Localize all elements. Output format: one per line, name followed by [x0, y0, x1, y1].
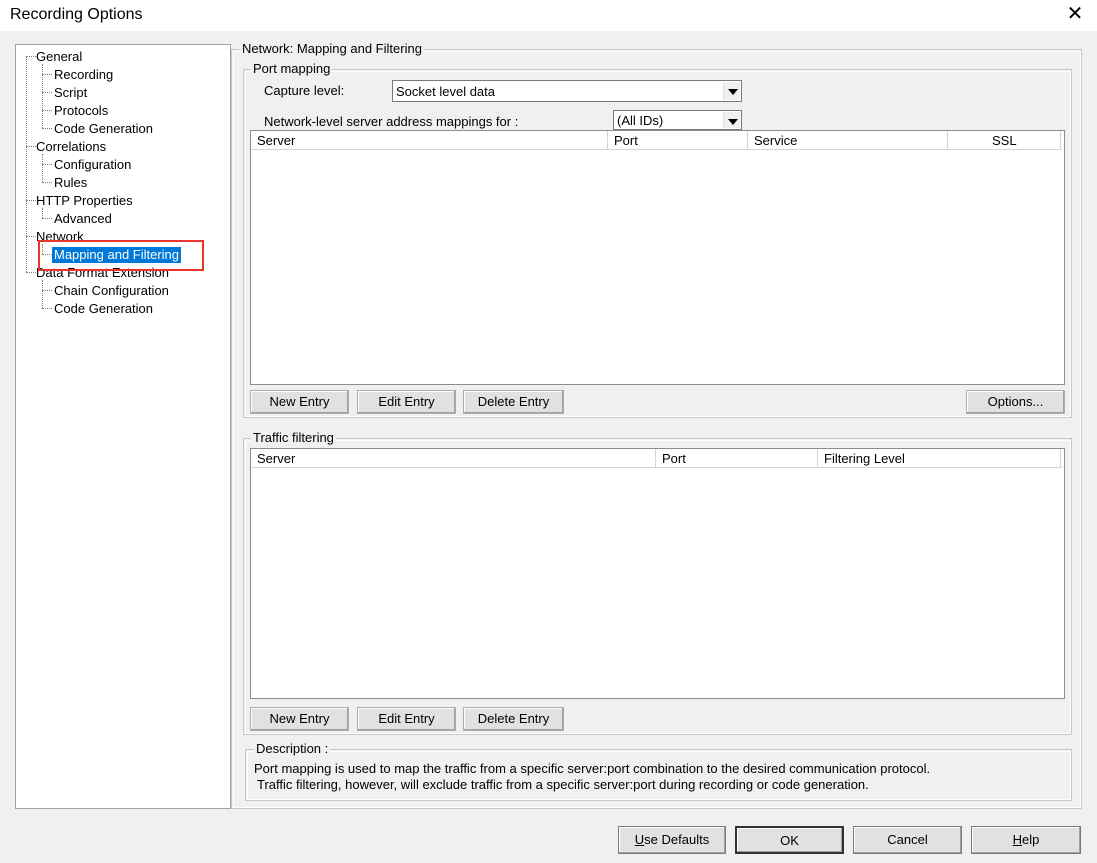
column-header-filtering-level[interactable]: Filtering Level — [818, 449, 1061, 468]
main-group-title: Network: Mapping and Filtering — [240, 41, 424, 56]
column-header-server[interactable]: Server — [251, 449, 656, 468]
help-accel: H — [1012, 832, 1023, 847]
window-title: Recording Options — [10, 6, 143, 23]
mappings-for-label: Network-level server address mappings fo… — [264, 114, 519, 129]
description-line-1: Port mapping is used to map the traffic … — [254, 761, 931, 776]
tree-item-recording[interactable]: Recording — [54, 67, 113, 83]
help-label: elp — [1022, 832, 1040, 847]
mappings-for-value: (All IDs) — [617, 113, 664, 128]
use-defaults-accel: U — [634, 832, 645, 847]
filter-new-entry-button[interactable]: New Entry — [250, 707, 349, 731]
tree-item-protocols[interactable]: Protocols — [54, 103, 108, 119]
tree-item-chain-configuration[interactable]: Chain Configuration — [54, 283, 169, 299]
tree-item-code-generation-2[interactable]: Code Generation — [54, 301, 153, 317]
traffic-filtering-title: Traffic filtering — [251, 430, 336, 445]
description-title: Description : — [254, 741, 331, 756]
tree-item-general[interactable]: General — [36, 49, 82, 65]
capture-level-select[interactable]: Socket level data — [392, 80, 742, 102]
tree-item-advanced[interactable]: Advanced — [54, 211, 112, 227]
port-delete-entry-button[interactable]: Delete Entry — [463, 390, 564, 414]
traffic-filtering-list[interactable]: Server Port Filtering Level — [250, 448, 1065, 699]
port-new-entry-button[interactable]: New Entry — [250, 390, 349, 414]
filter-edit-entry-button[interactable]: Edit Entry — [357, 707, 456, 731]
use-defaults-label: se Defaults — [644, 832, 710, 847]
port-mapping-list[interactable]: Server Port Service SSL — [250, 130, 1065, 385]
tree-item-correlations[interactable]: Correlations — [36, 139, 106, 155]
options-button[interactable]: Options... — [966, 390, 1065, 414]
traffic-filtering-header: Server Port Filtering Level — [251, 449, 1062, 468]
chevron-down-icon[interactable] — [723, 82, 740, 100]
mappings-for-select[interactable]: (All IDs) — [613, 110, 742, 130]
help-button[interactable]: Help — [971, 826, 1081, 854]
port-edit-entry-button[interactable]: Edit Entry — [357, 390, 456, 414]
tree-item-rules[interactable]: Rules — [54, 175, 87, 191]
cancel-button[interactable]: Cancel — [853, 826, 962, 854]
chevron-down-icon[interactable] — [723, 112, 740, 128]
ok-button[interactable]: OK — [735, 826, 844, 854]
port-mapping-header: Server Port Service SSL — [251, 131, 1062, 150]
column-header-port[interactable]: Port — [608, 131, 748, 150]
port-mapping-title: Port mapping — [251, 61, 333, 76]
tree-item-http-properties[interactable]: HTTP Properties — [36, 193, 133, 209]
description-line-2: Traffic filtering, however, will exclude… — [257, 777, 869, 792]
use-defaults-button[interactable]: Use Defaults — [618, 826, 726, 854]
close-icon[interactable]: ✕ — [1065, 3, 1085, 25]
column-header-port[interactable]: Port — [656, 449, 818, 468]
tree-item-script[interactable]: Script — [54, 85, 87, 101]
capture-level-value: Socket level data — [396, 84, 496, 99]
column-header-server[interactable]: Server — [251, 131, 608, 150]
capture-level-label: Capture level: — [264, 83, 345, 98]
title-bar: Recording Options ✕ — [0, 0, 1097, 31]
tree-item-code-generation[interactable]: Code Generation — [54, 121, 153, 137]
highlight-box — [38, 240, 204, 271]
options-tree[interactable]: General Recording Script Protocols Code … — [15, 44, 231, 809]
tree-item-configuration[interactable]: Configuration — [54, 157, 131, 173]
column-header-ssl[interactable]: SSL — [948, 131, 1061, 150]
filter-delete-entry-button[interactable]: Delete Entry — [463, 707, 564, 731]
column-header-service[interactable]: Service — [748, 131, 948, 150]
